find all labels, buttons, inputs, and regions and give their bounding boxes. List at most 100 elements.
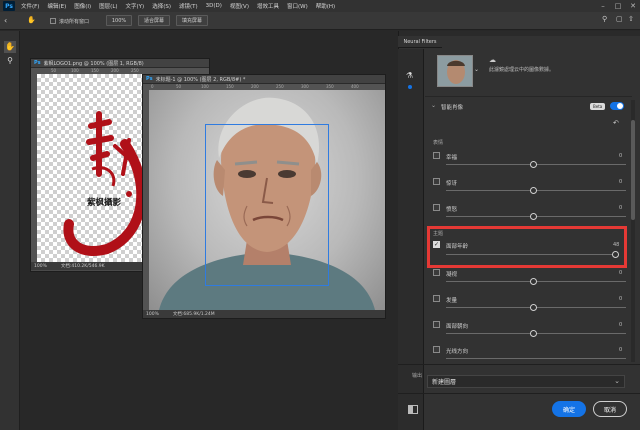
slider-value: 0 <box>619 205 623 211</box>
ruler-tick: 150 <box>91 68 99 73</box>
hand-tool-icon[interactable]: ✋ <box>4 41 16 53</box>
maximize-icon[interactable]: □ <box>611 0 625 12</box>
output-value: 新建圖層 <box>432 379 457 386</box>
ruler-tick: 350 <box>326 84 334 89</box>
filter-preview-thumbnail[interactable] <box>437 55 473 87</box>
zoom-tool-icon[interactable]: ⚲ <box>4 55 16 67</box>
menu-select[interactable]: 选择(S) <box>152 2 171 10</box>
slider-knob[interactable] <box>530 278 537 285</box>
menu-layer[interactable]: 图层(L) <box>99 2 117 10</box>
toggle-knob <box>617 103 623 109</box>
beta-badge: Beta <box>590 103 606 110</box>
portrait-canvas[interactable] <box>149 90 385 310</box>
ruler-tick: 100 <box>71 68 79 73</box>
head-direction-checkbox[interactable] <box>433 321 440 328</box>
flask-icon[interactable]: ⚗ <box>406 71 413 80</box>
reset-icon[interactable]: ↶ <box>613 119 619 127</box>
face-age-checkbox[interactable]: ✓ <box>433 241 440 248</box>
workspace-icon[interactable]: ▢ <box>616 15 623 23</box>
zoom-level: 100% <box>34 263 47 269</box>
slider-row-head-direction: 面部朝向 0 <box>433 321 633 341</box>
document-window-main[interactable]: Ps 未标题-1 @ 100% (图层 2, RGB/8#) * 0 50 10… <box>142 74 386 319</box>
slider-value: 0 <box>619 296 623 302</box>
fit-screen-button[interactable]: 适合屏幕 <box>138 15 170 26</box>
slider-row-happiness: 幸福 0 <box>433 152 633 172</box>
panel-scrollbar[interactable] <box>631 100 635 362</box>
menu-bar: Ps 文件(F) 编辑(E) 图像(I) 图层(L) 文字(Y) 选择(S) 滤… <box>0 0 640 12</box>
ok-button[interactable]: 确定 <box>552 401 586 417</box>
status-bar-logo: 100% 文档:410.2K/546.9K <box>31 262 145 270</box>
menu-plugins[interactable]: 增效工具 <box>257 2 279 10</box>
menu-image[interactable]: 图像(I) <box>74 2 91 10</box>
group-label-mood: 表情 <box>433 140 444 146</box>
divider <box>398 364 640 365</box>
light-direction-checkbox[interactable] <box>433 346 440 353</box>
search-icon[interactable]: ⚲ <box>602 15 607 23</box>
slider-value: 0 <box>619 153 623 159</box>
ruler-tick: 0 <box>151 84 154 89</box>
surprise-checkbox[interactable] <box>433 178 440 185</box>
logo-canvas[interactable]: 紫枫攝影 <box>37 74 145 262</box>
tools-panel: ✋ ⚲ <box>0 31 20 430</box>
menu-window[interactable]: 窗口(W) <box>287 2 308 10</box>
menu-3d[interactable]: 3D(D) <box>206 3 222 9</box>
menu-filter[interactable]: 滤镜(T) <box>179 2 198 10</box>
slider-track[interactable] <box>446 358 626 359</box>
gaze-checkbox[interactable] <box>433 269 440 276</box>
slider-row-surprise: 惊讶 0 <box>433 178 633 198</box>
close-icon[interactable]: ✕ <box>626 0 640 12</box>
slider-knob[interactable] <box>530 187 537 194</box>
ruler-tick: 200 <box>111 68 119 73</box>
menu-help[interactable]: 帮助(H) <box>316 2 335 10</box>
slider-label: 面部朝向 <box>446 324 469 330</box>
scroll-all-label: 滚动所有窗口 <box>59 19 90 25</box>
slider-label: 发量 <box>446 298 458 304</box>
tab-neural-filters[interactable]: Neural Filters <box>398 36 442 48</box>
slider-row-hair: 发量 0 <box>433 295 633 315</box>
chevron-down-icon[interactable]: ⌄ <box>431 102 436 109</box>
slider-value: 0 <box>619 179 623 185</box>
minimize-icon[interactable]: – <box>596 0 610 12</box>
hand-tool-icon[interactable]: ✋ <box>27 15 37 26</box>
scrollbar-thumb[interactable] <box>631 120 635 220</box>
share-icon[interactable]: ⇧ <box>628 15 634 23</box>
document-tab-main[interactable]: Ps 未标题-1 @ 100% (图层 2, RGB/8#) * <box>143 75 385 84</box>
divider <box>398 393 640 394</box>
slider-knob[interactable] <box>530 213 537 220</box>
menu-file[interactable]: 文件(F) <box>21 2 39 10</box>
fill-screen-button[interactable]: 填充屏幕 <box>176 15 208 26</box>
slider-value: 0 <box>619 347 623 353</box>
slider-value: 0 <box>619 270 623 276</box>
slider-label: 光线方向 <box>446 349 469 355</box>
filter-toggle[interactable] <box>610 102 624 110</box>
slider-label: 幸福 <box>446 155 458 161</box>
document-tab-logo[interactable]: Ps 紫枫LOGO1.png @ 100% (图层 1, RGB/8) <box>31 59 209 68</box>
slider-row-light-direction: 光线方向 0 <box>433 346 633 360</box>
ps-doc-icon: Ps <box>34 60 41 66</box>
ruler-tick: 250 <box>131 68 139 73</box>
ps-doc-icon: Ps <box>146 76 153 82</box>
slider-label: 凝视 <box>446 272 458 278</box>
ruler-tick: 400 <box>351 84 359 89</box>
slider-knob[interactable] <box>530 330 537 337</box>
menu-type[interactable]: 文字(Y) <box>126 2 145 10</box>
happiness-checkbox[interactable] <box>433 152 440 159</box>
hair-checkbox[interactable] <box>433 295 440 302</box>
cancel-button[interactable]: 取消 <box>593 401 627 417</box>
doc-size: 文档:685.9K/1.24M <box>172 312 215 317</box>
slider-track[interactable] <box>446 254 618 255</box>
slider-knob[interactable] <box>530 304 537 311</box>
logo-artwork <box>63 111 145 256</box>
menu-view[interactable]: 视图(V) <box>230 2 249 10</box>
split-view-icon[interactable] <box>408 405 418 414</box>
back-arrow-icon[interactable]: ‹ <box>4 15 14 26</box>
active-dot-icon <box>408 85 412 89</box>
anger-checkbox[interactable] <box>433 204 440 211</box>
menu-edit[interactable]: 编辑(E) <box>47 2 66 10</box>
slider-knob[interactable] <box>612 251 619 258</box>
output-select[interactable]: 新建圖層 ⌄ <box>427 375 625 388</box>
chevron-down-icon[interactable]: ⌄ <box>474 66 479 73</box>
zoom-100-button[interactable]: 100% <box>106 15 132 26</box>
slider-knob[interactable] <box>530 161 537 168</box>
scroll-all-checkbox[interactable] <box>50 18 56 24</box>
